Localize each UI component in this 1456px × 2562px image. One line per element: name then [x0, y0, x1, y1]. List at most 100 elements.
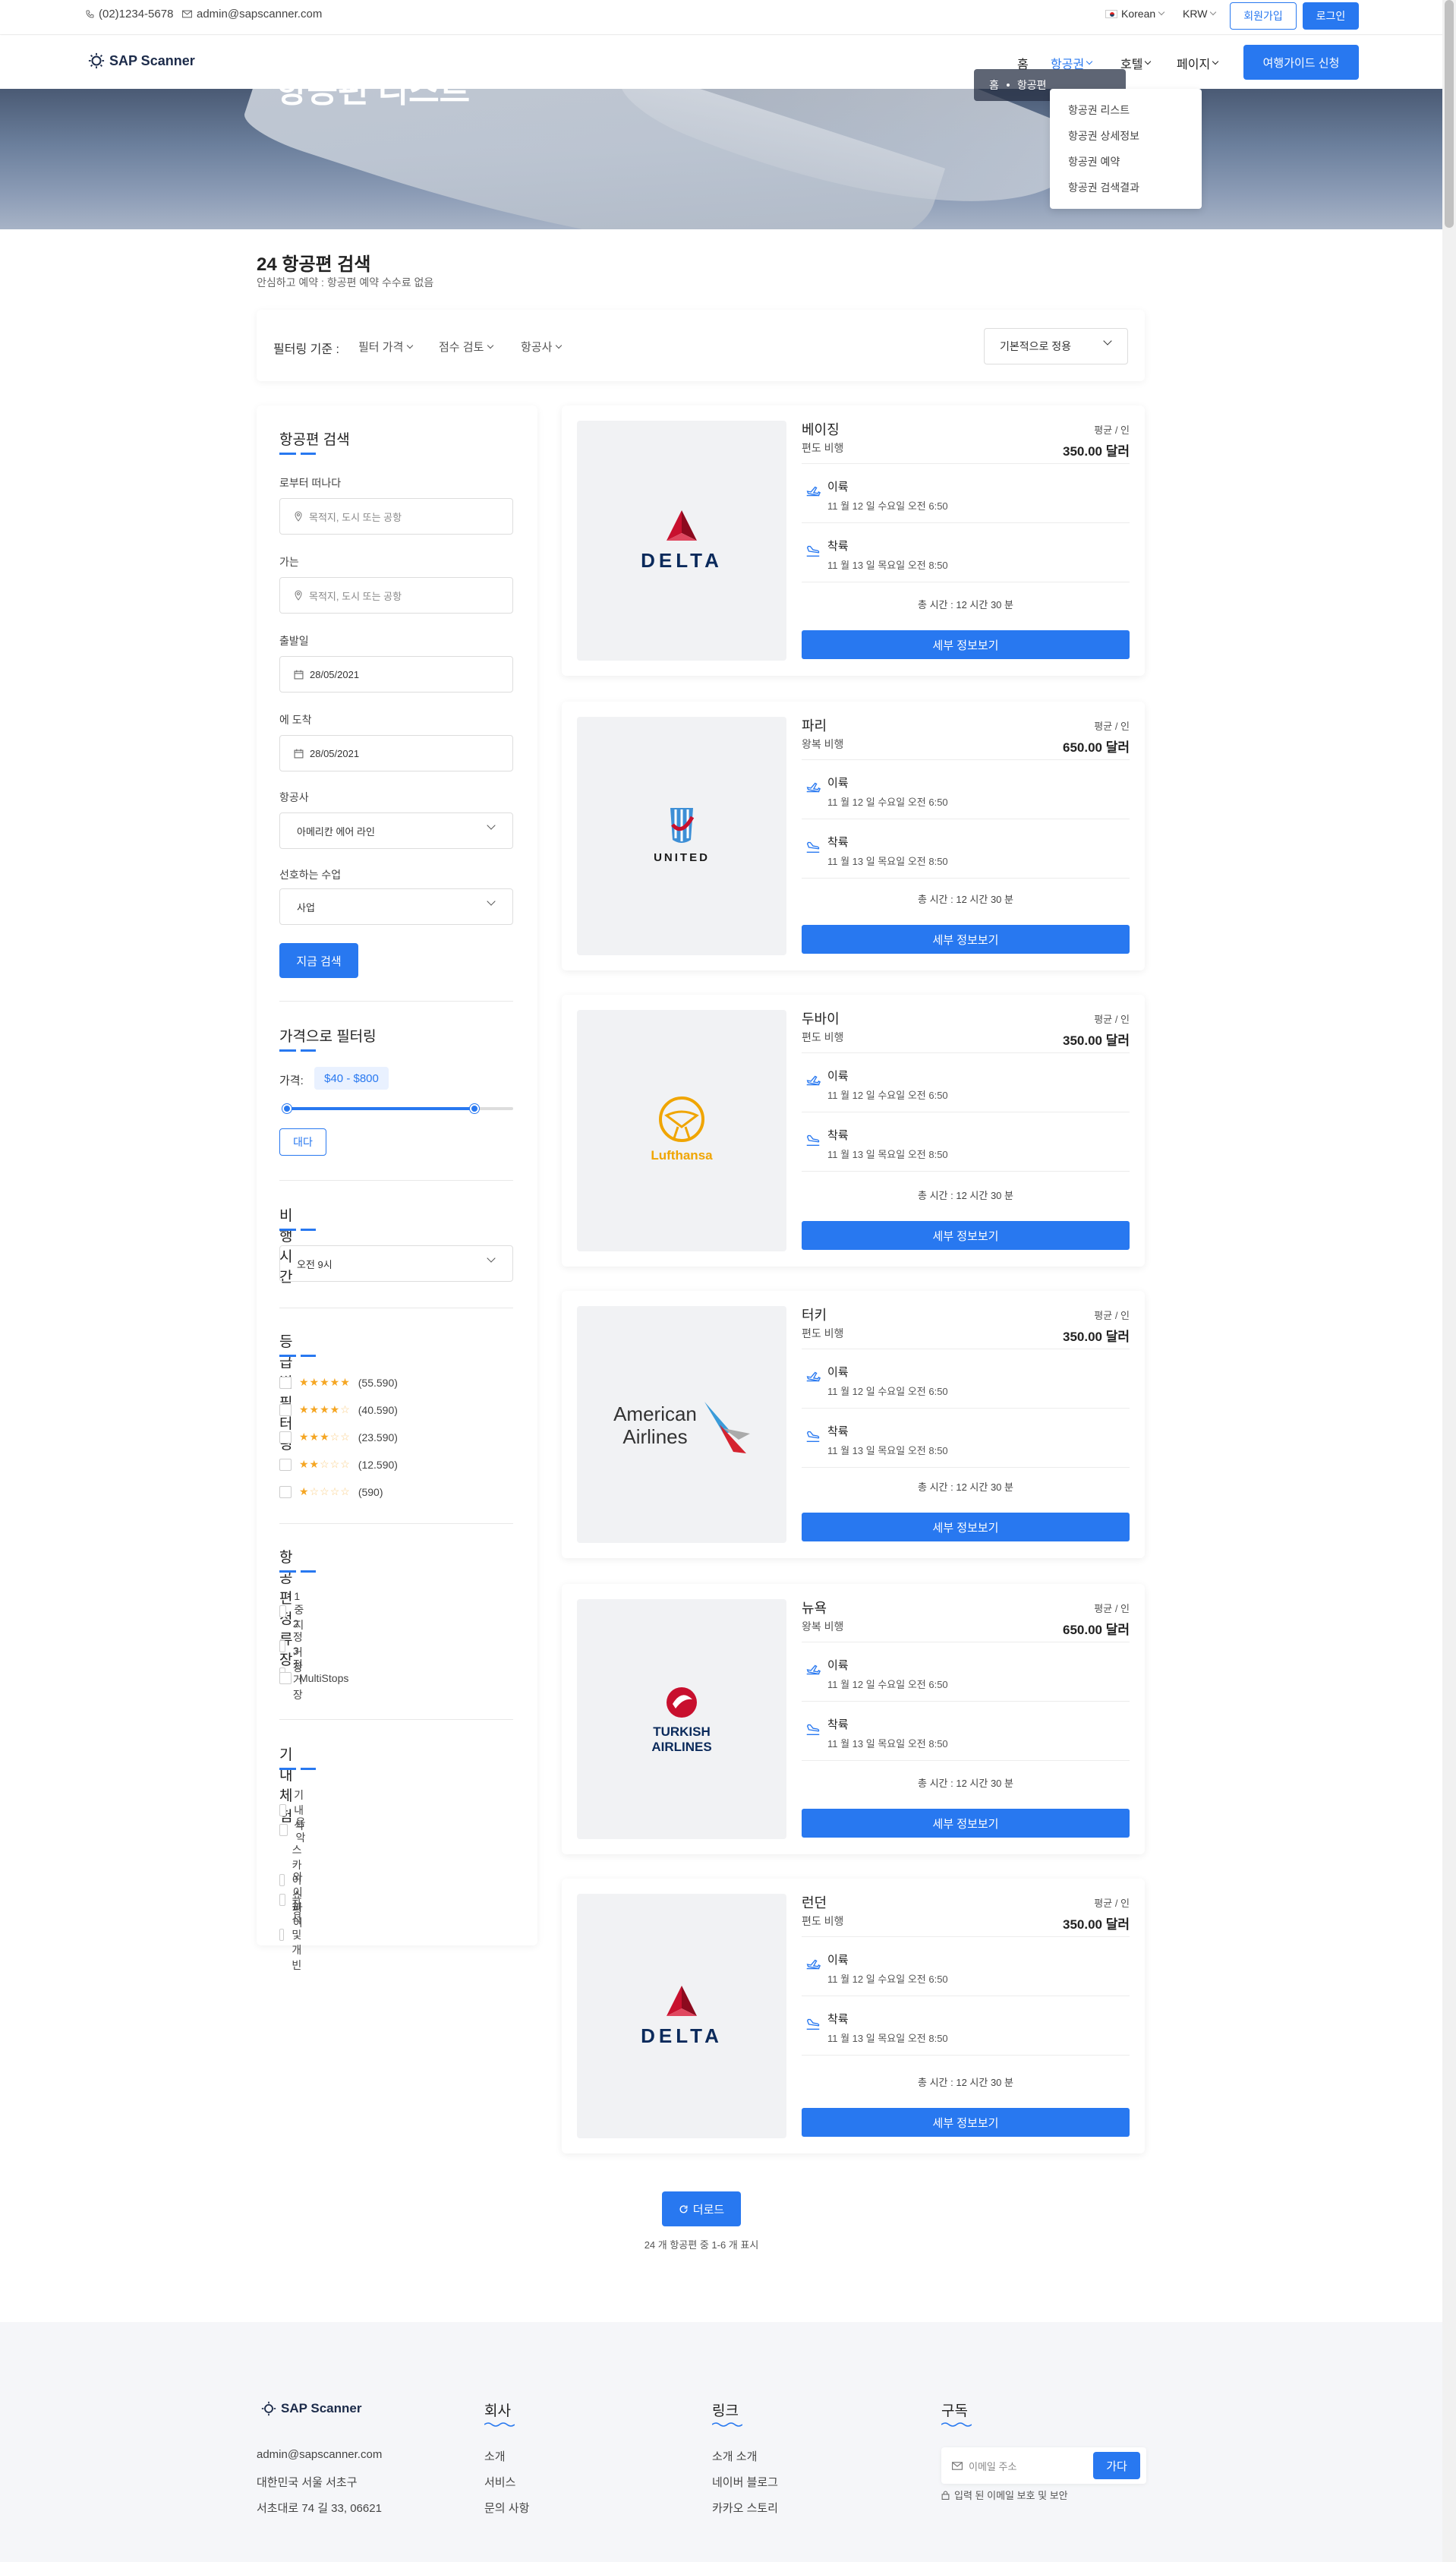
divider	[802, 1408, 1130, 1409]
scrollbar-thumb[interactable]	[1445, 0, 1454, 228]
dropdown-item-flight-list[interactable]: 항공권 리스트	[1068, 103, 1130, 118]
currency-select[interactable]: KRW	[1183, 8, 1217, 20]
location-pin-icon	[295, 590, 302, 601]
view-details-button[interactable]: 세부 정보보기	[802, 630, 1130, 659]
footer-link-contact[interactable]: 문의 사항	[484, 2500, 529, 2516]
phone-contact[interactable]: (02)1234-5678	[85, 8, 173, 21]
sort-select[interactable]: 기본적으로 정용	[984, 328, 1128, 364]
checkbox[interactable]	[279, 1431, 292, 1443]
price-slider-min-handle[interactable]	[282, 1104, 292, 1113]
flight-card: DELTA 베이징 편도 비행 평균 / 인 350.00 달러 이륙 11 월 12 일 …	[562, 405, 1145, 676]
flight-time-select[interactable]: 오전 9시	[279, 1245, 513, 1282]
from-input[interactable]: 목적지, 도시 또는 공항	[279, 498, 513, 535]
nav-pages[interactable]: 페이지	[1177, 54, 1219, 72]
signup-button[interactable]: 회원가입	[1230, 2, 1297, 30]
price-per-person-label: 평균 / 인	[1094, 1014, 1130, 1025]
landing-time: 11 월 13 일 목요일 오전 8:50	[827, 560, 948, 571]
brand-logo[interactable]: SAP Scanner	[88, 52, 195, 69]
flight-price: 650.00 달러	[1063, 740, 1130, 755]
landing-label: 착륙	[827, 836, 849, 849]
footer-email[interactable]: admin@sapscanner.com	[257, 2448, 382, 2461]
checkbox[interactable]	[279, 1376, 292, 1389]
rating-option[interactable]: ★★★★☆ (40.590)	[279, 1403, 398, 1416]
star-rating-icon: ★★★☆☆	[299, 1431, 351, 1443]
divider	[802, 1760, 1130, 1761]
class-label: 선호하는 수업	[279, 869, 342, 881]
svg-text:UNITED: UNITED	[654, 851, 710, 864]
login-button[interactable]: 로그인	[1303, 2, 1359, 30]
divider	[279, 1719, 513, 1720]
to-input[interactable]: 목적지, 도시 또는 공항	[279, 577, 513, 614]
chevron-down-icon	[1210, 8, 1217, 16]
airline-select[interactable]: 아메리칸 에어 라인	[279, 812, 513, 849]
landing-icon	[805, 1721, 821, 1737]
depart-date-input[interactable]: 28/05/2021	[279, 656, 513, 693]
checkbox[interactable]	[279, 1605, 287, 1617]
language-select[interactable]: Korean	[1105, 8, 1165, 20]
inflight-option[interactable]: 음악	[279, 1815, 309, 1845]
travel-guide-button[interactable]: 여행가이드 신청	[1243, 45, 1359, 80]
phone-icon	[86, 10, 94, 18]
total-duration: 총 시간 : 12 시간 30 분	[918, 1778, 1013, 1789]
view-details-button[interactable]: 세부 정보보기	[802, 1809, 1130, 1838]
filter-bar: 필터링 기준 : 필터 가격 점수 검토 항공사 기본적으로 정용	[257, 310, 1145, 381]
chevron-down-icon	[487, 821, 496, 830]
flight-type: 편도 비행	[802, 442, 844, 454]
checkbox[interactable]	[279, 1929, 285, 1941]
footer-link-services[interactable]: 서비스	[484, 2474, 515, 2490]
rating-option[interactable]: ★★★☆☆ (23.590)	[279, 1431, 398, 1443]
rating-option[interactable]: ★☆☆☆☆ (590)	[279, 1485, 383, 1498]
filter-airline-dropdown[interactable]: 항공사	[521, 339, 563, 355]
flight-destination: 런던	[802, 1895, 827, 1910]
price-apply-button[interactable]: 대다	[279, 1128, 326, 1156]
svg-text:AIRLINES: AIRLINES	[651, 1740, 711, 1754]
filter-price-dropdown[interactable]: 필터 가격	[358, 339, 414, 355]
price-range-badge: $40 - $800	[314, 1067, 389, 1090]
dropdown-item-flight-results[interactable]: 항공권 검색결과	[1068, 180, 1139, 195]
dropdown-item-flight-booking[interactable]: 항공권 예약	[1068, 154, 1120, 169]
footer-brand-logo[interactable]: SAP Scanner	[261, 2401, 361, 2416]
takeoff-icon	[805, 779, 821, 796]
flight-price: 650.00 달러	[1063, 1623, 1130, 1637]
footer-link-about[interactable]: 소개	[484, 2448, 506, 2464]
airline-label: 항공사	[279, 791, 309, 803]
view-details-button[interactable]: 세부 정보보기	[802, 2108, 1130, 2137]
footer-link-intro[interactable]: 소개 소개	[712, 2448, 757, 2464]
email-contact[interactable]: admin@sapscanner.com	[182, 8, 322, 21]
checkbox[interactable]	[279, 1403, 292, 1416]
checkbox[interactable]	[279, 1485, 292, 1498]
dropdown-item-flight-detail[interactable]: 항공권 상세정보	[1068, 128, 1139, 144]
rating-option[interactable]: ★★☆☆☆ (12.590)	[279, 1458, 398, 1471]
load-more-button[interactable]: 더로드	[662, 2191, 741, 2226]
footer-link-kakao-story[interactable]: 카카오 스토리	[712, 2500, 778, 2516]
price-per-person-label: 평균 / 인	[1094, 1898, 1130, 1909]
view-details-button[interactable]: 세부 정보보기	[802, 1513, 1130, 1541]
checkbox[interactable]	[279, 1824, 288, 1836]
landing-time: 11 월 13 일 목요일 오전 8:50	[827, 1738, 948, 1750]
arrive-label: 에 도착	[279, 714, 312, 726]
view-details-button[interactable]: 세부 정보보기	[802, 1221, 1130, 1250]
inflight-option[interactable]: 좌석 및 개빈	[279, 1897, 309, 1973]
filter-review-dropdown[interactable]: 점수 검토	[439, 339, 494, 355]
takeoff-time: 11 월 12 일 수요일 오전 6:50	[827, 500, 948, 512]
rating-option[interactable]: ★★★★★ (55.590)	[279, 1376, 398, 1389]
price-slider[interactable]	[282, 1104, 513, 1113]
arrive-date-input[interactable]: 28/05/2021	[279, 735, 513, 771]
price-filter-title: 가격으로 필터링	[279, 1029, 377, 1045]
subscribe-button[interactable]: 가다	[1093, 2452, 1140, 2479]
flight-card: TURKISH AIRLINES 뉴욕 왕복 비행 평균 / 인 650.00 달러 이륙 1…	[562, 1584, 1145, 1854]
view-details-button[interactable]: 세부 정보보기	[802, 925, 1130, 954]
footer-links-title: 링크	[712, 2403, 739, 2419]
breadcrumb-home[interactable]: 홈	[989, 77, 999, 93]
footer-link-naver-blog[interactable]: 네이버 블로그	[712, 2474, 778, 2490]
search-now-button[interactable]: 지금 검색	[279, 943, 358, 978]
checkbox[interactable]	[279, 1458, 292, 1471]
landing-icon	[805, 2015, 821, 2032]
page-scrollbar[interactable]	[1442, 0, 1456, 2562]
flight-destination: 베이징	[802, 422, 840, 437]
divider	[802, 1701, 1130, 1702]
checkbox[interactable]	[279, 1672, 292, 1684]
flight-destination: 터키	[802, 1308, 827, 1323]
stop-option[interactable]: MultiStops	[279, 1672, 348, 1684]
class-select[interactable]: 사업	[279, 888, 513, 925]
